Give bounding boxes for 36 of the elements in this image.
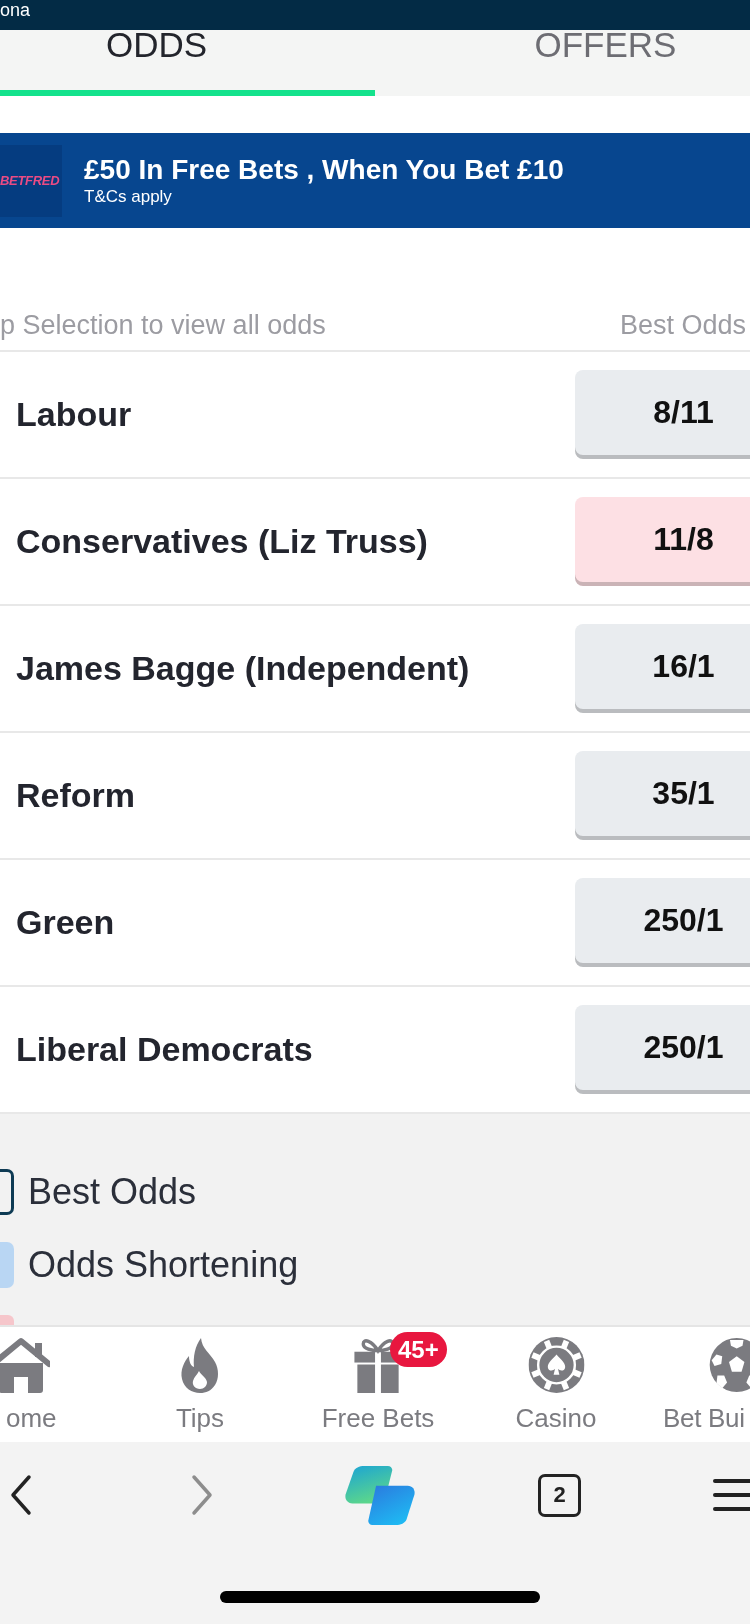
back-chevron-icon[interactable]: [9, 1474, 33, 1516]
selection-name: Reform: [16, 776, 136, 815]
ribbon-logo-icon[interactable]: [344, 1463, 416, 1527]
tab[interactable]: OFFERS: [375, 30, 750, 96]
brand-logo: BETFRED: [0, 144, 62, 217]
legend-label: Odds Shortening: [28, 1245, 299, 1285]
odds-button[interactable]: 35/1: [575, 751, 750, 840]
selection-name: Liberal Democrats: [16, 1030, 313, 1069]
odds-button[interactable]: 16/1: [575, 624, 750, 713]
count-badge: 45+: [390, 1332, 447, 1367]
selection-hint: p Selection to view all odds: [0, 310, 326, 340]
tab[interactable]: ODDS: [0, 30, 375, 96]
selection-name: Labour: [16, 395, 132, 434]
selection-name: James Bagge (Independent): [16, 649, 470, 688]
poker-chip-icon: [527, 1337, 585, 1393]
promo-terms: T&Cs apply: [84, 185, 173, 208]
nav-item[interactable]: ome: [0, 1327, 111, 1442]
odds-button[interactable]: 250/1: [575, 1005, 750, 1094]
selection-name: Conservatives (Liz Truss): [16, 522, 428, 561]
column-heading: Best Odds: [619, 310, 746, 340]
promo-banner[interactable]: BETFRED £50 In Free Bets , When You Bet £10 T&Cs apply: [0, 133, 750, 228]
menu-icon[interactable]: [713, 1477, 750, 1513]
flame-icon: [180, 1337, 220, 1393]
nav-item[interactable]: Casino: [467, 1327, 645, 1442]
nav-item[interactable]: Free Bets 45+: [289, 1327, 467, 1442]
home-icon: [0, 1337, 50, 1393]
odds-button[interactable]: 8/11: [575, 370, 750, 459]
header-title: ona: [0, 0, 31, 20]
selection-name: Green: [16, 903, 115, 942]
promo-title: £50 In Free Bets , When You Bet £10: [84, 153, 564, 186]
legend-label: Best Odds: [28, 1172, 197, 1212]
odds-button[interactable]: 250/1: [575, 878, 750, 967]
nav-item[interactable]: Tips: [111, 1327, 289, 1442]
tab-count-button[interactable]: 2: [538, 1473, 581, 1517]
nav-item[interactable]: Bet Bui: [645, 1327, 750, 1442]
odds-button[interactable]: 11/8: [575, 497, 750, 586]
